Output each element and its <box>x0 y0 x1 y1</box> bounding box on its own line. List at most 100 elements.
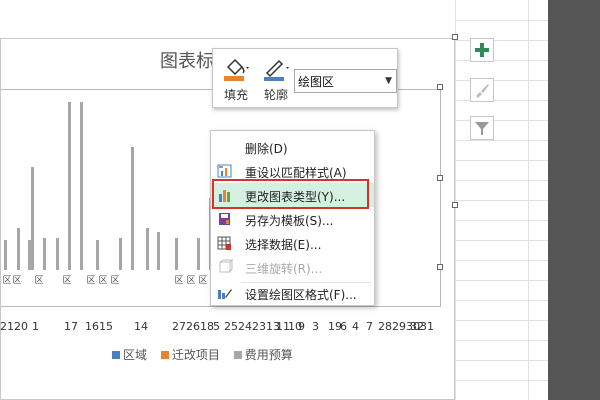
outline-label: 轮廓 <box>263 88 288 102</box>
menu-item-label: 删除(D) <box>245 142 288 156</box>
grid-line <box>455 200 548 201</box>
x-category-label: 区 <box>110 276 120 286</box>
chart-filters-button[interactable] <box>470 116 494 140</box>
grid-line <box>455 160 548 161</box>
grid-line <box>455 340 548 341</box>
menu-item-label: 三维旋转(R)... <box>245 262 323 276</box>
legend-label: 迁改项目 <box>171 348 220 362</box>
select-data-icon <box>217 236 231 250</box>
fill-bucket-icon <box>224 58 249 81</box>
bar <box>96 240 99 270</box>
x-axis-label: 17 <box>64 320 78 333</box>
grid-line <box>455 380 548 381</box>
chart-elements-button[interactable] <box>470 38 494 62</box>
menu-item-save-template[interactable]: 另存为模板(S)... <box>211 207 374 231</box>
x-axis-label: 9 <box>298 320 305 333</box>
brush-icon <box>476 84 489 98</box>
menu-item-3d-rotation[interactable]: 三维旋转(R)... <box>211 255 374 279</box>
x-category-label: 区 <box>198 276 208 286</box>
grid-line <box>455 60 548 61</box>
outline-button[interactable]: 轮廓 <box>257 53 295 105</box>
format-plot-area-icon <box>218 289 232 299</box>
x-category-label: 区 <box>2 276 12 286</box>
chart-resize-handle[interactable] <box>452 202 458 208</box>
menu-item-delete[interactable]: 删除(D) <box>211 135 374 159</box>
plot-resize-handle[interactable] <box>437 264 443 270</box>
chart-legend[interactable]: 区域 迁改项目 费用预算 <box>112 346 303 363</box>
x-axis-label: 14 <box>134 320 148 333</box>
bar <box>17 228 20 270</box>
grid-line <box>455 80 548 81</box>
plot-resize-handle[interactable] <box>437 84 443 90</box>
x-axis-label: 25242313 <box>224 320 280 333</box>
grid-line <box>455 40 548 41</box>
grid-line <box>455 240 548 241</box>
bar <box>31 167 34 270</box>
x-axis-label: 7 <box>366 320 373 333</box>
grid-line <box>455 100 548 101</box>
plot-resize-handle[interactable] <box>437 175 443 181</box>
x-category-label: 区 <box>12 276 22 286</box>
bar <box>80 102 83 270</box>
window-edge <box>548 0 600 400</box>
grid-line <box>455 260 548 261</box>
fill-button[interactable]: 填充 <box>217 53 255 105</box>
grid-line <box>455 180 548 181</box>
x-category-label: 区 <box>62 276 72 286</box>
plus-icon <box>475 43 489 57</box>
grid-line <box>455 220 548 221</box>
chart-title[interactable]: 图表标 <box>160 47 214 73</box>
x-category-label: 区 <box>174 276 184 286</box>
chevron-down-icon: ▼ <box>385 76 392 86</box>
x-axis-label: 20 <box>14 320 28 333</box>
bar <box>146 228 149 270</box>
grid-line <box>455 320 548 321</box>
menu-item-label: 选择数据(E)... <box>245 238 322 252</box>
grid-line <box>455 280 548 281</box>
bar <box>175 238 178 270</box>
menu-item-select-data[interactable]: 选择数据(E)... <box>211 231 374 255</box>
chart-element-dropdown[interactable]: 绘图区 ▼ <box>294 69 397 93</box>
legend-item: 区域 <box>112 346 147 363</box>
x-category-label: 区 <box>86 276 96 286</box>
legend-label: 区域 <box>123 348 148 362</box>
context-menu: 删除(D) 重设以匹配样式(A) 更改图表类型(Y)... 另存为模板(S)..… <box>210 130 375 306</box>
menu-item-format-plot-area[interactable]: 设置绘图区格式(F)... <box>211 281 374 305</box>
legend-swatch <box>233 351 242 359</box>
menu-item-label: 设置绘图区格式(F)... <box>245 288 357 302</box>
x-axis-label: 4 <box>352 320 359 333</box>
x-axis-label: 5 <box>213 320 220 333</box>
bar <box>4 240 7 270</box>
x-axis-label: 21 <box>0 320 14 333</box>
bar <box>56 238 59 270</box>
filter-icon <box>475 122 489 135</box>
x-axis-label: 1615 <box>85 320 113 333</box>
bar <box>68 102 71 270</box>
bar <box>157 232 160 270</box>
x-category-label: 区 <box>98 276 108 286</box>
x-axis-label: 272618 <box>172 320 214 333</box>
legend-label: 费用预算 <box>244 348 293 362</box>
save-template-icon <box>219 213 230 225</box>
legend-item: 迁改项目 <box>160 346 220 363</box>
grid-line <box>455 20 548 21</box>
x-axis-label: 28293031 <box>378 320 434 333</box>
highlight-annotation <box>212 179 369 209</box>
grid-line <box>455 360 548 361</box>
chart-resize-handle[interactable] <box>452 34 458 40</box>
x-category-label: 区 <box>34 276 44 286</box>
legend-swatch <box>160 351 169 359</box>
bar <box>43 238 46 270</box>
rotate-3d-icon <box>219 259 233 273</box>
mini-format-toolbar: 填充 轮廓 绘图区 ▼ <box>212 48 398 108</box>
x-axis-label: 6 <box>340 320 347 333</box>
bar <box>28 240 31 270</box>
grid-line <box>455 140 548 141</box>
fill-label: 填充 <box>223 88 248 102</box>
x-axis-label: 1 <box>32 320 39 333</box>
grid-line <box>455 300 548 301</box>
legend-swatch <box>112 351 120 359</box>
chart-styles-button[interactable] <box>470 78 494 102</box>
grid-line <box>455 120 548 121</box>
legend-item: 费用预算 <box>233 346 293 363</box>
